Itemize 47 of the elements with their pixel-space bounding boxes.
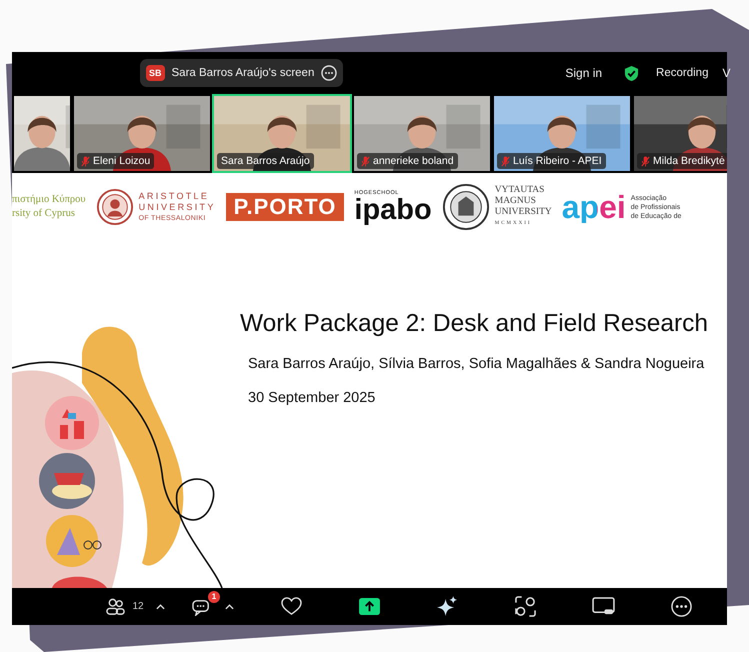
seal-icon — [442, 183, 490, 231]
sparkle-icon[interactable] — [436, 596, 458, 617]
logo-wordmark: ipabo — [354, 196, 432, 224]
logo-wordmark: P.PORTO — [226, 193, 344, 221]
video-tile[interactable]: annerieke boland — [352, 94, 492, 173]
muted-mic-icon — [501, 156, 510, 166]
logo-text: UNIVERSITY — [138, 202, 216, 212]
video-tile[interactable]: Luís Ribeiro - APEI — [492, 94, 632, 173]
share-screen-icon[interactable] — [358, 597, 380, 616]
slide-title: Work Package 2: Desk and Field Research — [240, 310, 708, 338]
video-tile[interactable]: Milda Bredikytė — [632, 94, 727, 173]
caret-icon[interactable] — [225, 604, 234, 610]
muted-mic-icon — [641, 156, 650, 166]
participant-name: Luís Ribeiro - APEI — [513, 155, 602, 167]
muted-mic-icon — [81, 156, 90, 166]
video-tile[interactable]: Eleni Loizou — [72, 94, 212, 173]
participant-name: annerieke boland — [373, 155, 454, 167]
whiteboard-icon[interactable] — [592, 597, 614, 616]
recording-label: Recording — [656, 67, 708, 79]
participant-name: Eleni Loizou — [93, 155, 150, 167]
participant-count: 12 — [132, 601, 144, 612]
caret-icon[interactable] — [156, 604, 165, 610]
avatar-initials: SB — [146, 65, 165, 81]
logo-text: UNIVERSITY — [494, 207, 552, 218]
muted-mic-icon — [361, 156, 370, 166]
participant-name: Sara Barros Araújo — [221, 155, 310, 167]
screen-share-pill[interactable]: SB Sara Barros Araújo's screen — [140, 59, 344, 87]
seal-icon — [96, 188, 134, 226]
unread-badge: 1 — [208, 591, 220, 603]
shield-icon[interactable] — [624, 64, 640, 82]
active-video-tile[interactable]: Sara Barros Araújo — [212, 94, 352, 173]
more-icon[interactable] — [670, 596, 692, 617]
logo-text: rsity of Cyprus — [12, 207, 76, 221]
slide-authors: Sara Barros Araújo, Sílvia Barros, Sofia Magalhães & Sandra Nogueira — [248, 356, 704, 372]
logo-text: πιστήμιο Κύπρου — [12, 193, 86, 207]
participant-name: Milda Bredikytė — [653, 155, 725, 167]
screen-share-label: Sara Barros Araújo's screen — [172, 67, 314, 79]
more-icon[interactable] — [321, 65, 338, 81]
participants-icon[interactable] — [105, 597, 126, 616]
logo-text: ARISTOTLE — [138, 190, 210, 202]
logo-text: VYTAUTAS — [494, 185, 546, 196]
slide-date: 30 September 2025 — [248, 390, 376, 406]
logo-text: MAGNUS — [494, 196, 537, 207]
view-label[interactable]: V — [722, 66, 730, 80]
sign-in-link[interactable]: Sign in — [565, 66, 602, 80]
apps-icon[interactable] — [514, 596, 536, 617]
heart-icon[interactable] — [280, 597, 302, 616]
